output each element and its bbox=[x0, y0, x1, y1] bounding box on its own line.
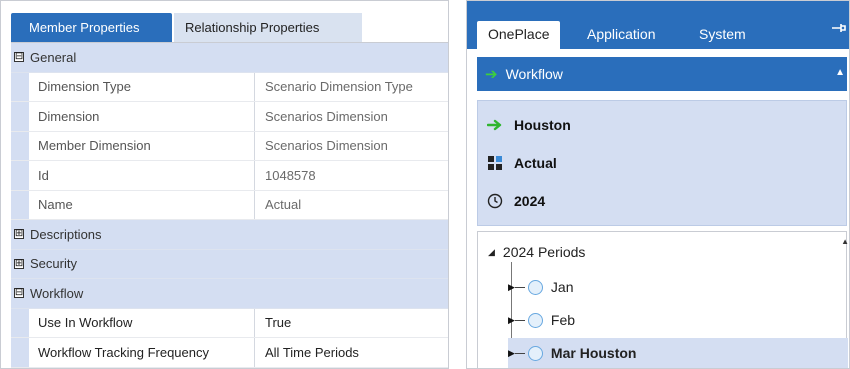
category-row-workflow[interactable]: ⊟ Workflow bbox=[11, 279, 448, 309]
tab-relationship-properties[interactable]: Relationship Properties bbox=[174, 13, 362, 42]
category-value bbox=[255, 220, 448, 249]
tab-system[interactable]: System bbox=[699, 21, 746, 49]
property-label: Workflow Tracking Frequency bbox=[11, 338, 255, 367]
pov-scenario[interactable]: Actual bbox=[486, 155, 557, 171]
category-row-general[interactable]: ⊟ General bbox=[11, 43, 448, 73]
tree-item-mar-houston[interactable]: ▶ Mar Houston bbox=[508, 338, 848, 368]
collapse-icon[interactable]: ⊟ bbox=[14, 288, 24, 299]
property-value[interactable]: All Time Periods bbox=[255, 338, 448, 367]
property-value[interactable]: Actual bbox=[255, 191, 448, 220]
property-row-id[interactable]: Id 1048578 bbox=[11, 161, 448, 191]
pov-workflow-label: Houston bbox=[514, 117, 571, 133]
tab-member-properties[interactable]: Member Properties bbox=[11, 13, 172, 42]
property-value[interactable]: Scenarios Dimension bbox=[255, 132, 448, 161]
property-label: Member Dimension bbox=[11, 131, 255, 160]
status-circle-icon bbox=[527, 279, 543, 295]
member-properties-panel: Member Properties Relationship Propertie… bbox=[0, 0, 449, 369]
expand-arrow-icon[interactable]: ▶ bbox=[508, 348, 515, 359]
pov-workflow[interactable]: Houston bbox=[486, 117, 571, 133]
category-label: General bbox=[30, 49, 77, 65]
property-value[interactable]: Scenarios Dimension bbox=[255, 102, 448, 131]
pov-time-label: 2024 bbox=[514, 193, 546, 209]
tab-oneplace[interactable]: OnePlace bbox=[477, 21, 561, 49]
navigation-tabs: OnePlace Application System bbox=[467, 1, 849, 49]
green-arrow-icon bbox=[486, 119, 504, 131]
tree-root[interactable]: ◢ 2024 Periods bbox=[488, 244, 585, 260]
category-value bbox=[255, 279, 448, 308]
tree-item-jan[interactable]: ▶ Jan bbox=[508, 272, 574, 302]
property-row-use-in-workflow[interactable]: Use In Workflow True bbox=[11, 308, 448, 338]
expand-arrow-icon[interactable]: ▶ bbox=[508, 282, 515, 293]
collapse-icon[interactable]: ⊟ bbox=[14, 52, 24, 63]
property-row-dimension[interactable]: Dimension Scenarios Dimension bbox=[11, 102, 448, 132]
category-label: Security bbox=[30, 256, 77, 272]
clock-icon bbox=[486, 193, 504, 209]
tree-item-feb[interactable]: ▶ Feb bbox=[508, 305, 575, 335]
property-label: Use In Workflow bbox=[11, 308, 255, 337]
category-row-descriptions[interactable]: ⊞ Descriptions bbox=[11, 220, 448, 250]
property-row-member-dimension[interactable]: Member Dimension Scenarios Dimension bbox=[11, 131, 448, 161]
property-label: Name bbox=[11, 190, 255, 219]
onplace-navigation-panel: OnePlace Application System ➔ Workflow ▲… bbox=[466, 0, 850, 369]
property-value[interactable]: True bbox=[255, 309, 448, 338]
property-tabs: Member Properties Relationship Propertie… bbox=[11, 13, 362, 42]
caret-up-icon[interactable]: ▲ bbox=[835, 67, 845, 78]
tree-item-label: Feb bbox=[550, 312, 576, 328]
category-label: Descriptions bbox=[30, 226, 102, 242]
scenario-icon bbox=[486, 155, 504, 171]
expand-arrow-icon[interactable]: ▶ bbox=[508, 315, 515, 326]
status-circle-icon bbox=[527, 312, 543, 328]
tree-item-label: Mar Houston bbox=[550, 345, 637, 361]
category-value bbox=[255, 43, 448, 72]
property-label: Id bbox=[11, 161, 255, 190]
category-value bbox=[255, 250, 448, 279]
tree-root-label: 2024 Periods bbox=[502, 244, 586, 260]
property-label: Dimension bbox=[11, 102, 255, 131]
green-arrow-icon: ➔ bbox=[485, 66, 498, 83]
pov-scenario-label: Actual bbox=[514, 155, 557, 171]
expanded-triangle-icon[interactable]: ◢ bbox=[488, 247, 495, 258]
scroll-up-arrow-icon[interactable]: ▲ bbox=[841, 237, 849, 246]
property-grid: ⊟ General Dimension Type Scenario Dimensi… bbox=[11, 42, 448, 368]
property-row-name[interactable]: Name Actual bbox=[11, 190, 448, 220]
expand-icon[interactable]: ⊞ bbox=[14, 258, 24, 269]
pin-icon[interactable] bbox=[831, 21, 847, 38]
workflow-title: Workflow bbox=[505, 66, 563, 82]
tree-item-label: Jan bbox=[550, 279, 574, 295]
category-row-security[interactable]: ⊞ Security bbox=[11, 249, 448, 279]
property-value[interactable]: 1048578 bbox=[255, 161, 448, 190]
pov-panel: Houston Actual 2024 bbox=[477, 100, 847, 226]
workflow-tree: ◢ 2024 Periods ▶ Jan ▶ Feb ▶ Mar Houston bbox=[477, 231, 848, 368]
tab-application[interactable]: Application bbox=[587, 21, 656, 49]
pov-time[interactable]: 2024 bbox=[486, 193, 545, 209]
expand-icon[interactable]: ⊞ bbox=[14, 229, 24, 240]
workflow-header[interactable]: ➔ Workflow ▲ bbox=[477, 57, 847, 91]
property-row-dimension-type[interactable]: Dimension Type Scenario Dimension Type bbox=[11, 72, 448, 102]
category-label: Workflow bbox=[30, 285, 84, 301]
property-value[interactable]: Scenario Dimension Type bbox=[255, 73, 448, 102]
property-label: Dimension Type bbox=[11, 72, 255, 101]
property-row-workflow-tracking-frequency[interactable]: Workflow Tracking Frequency All Time Per… bbox=[11, 338, 448, 368]
status-circle-icon bbox=[527, 345, 543, 361]
